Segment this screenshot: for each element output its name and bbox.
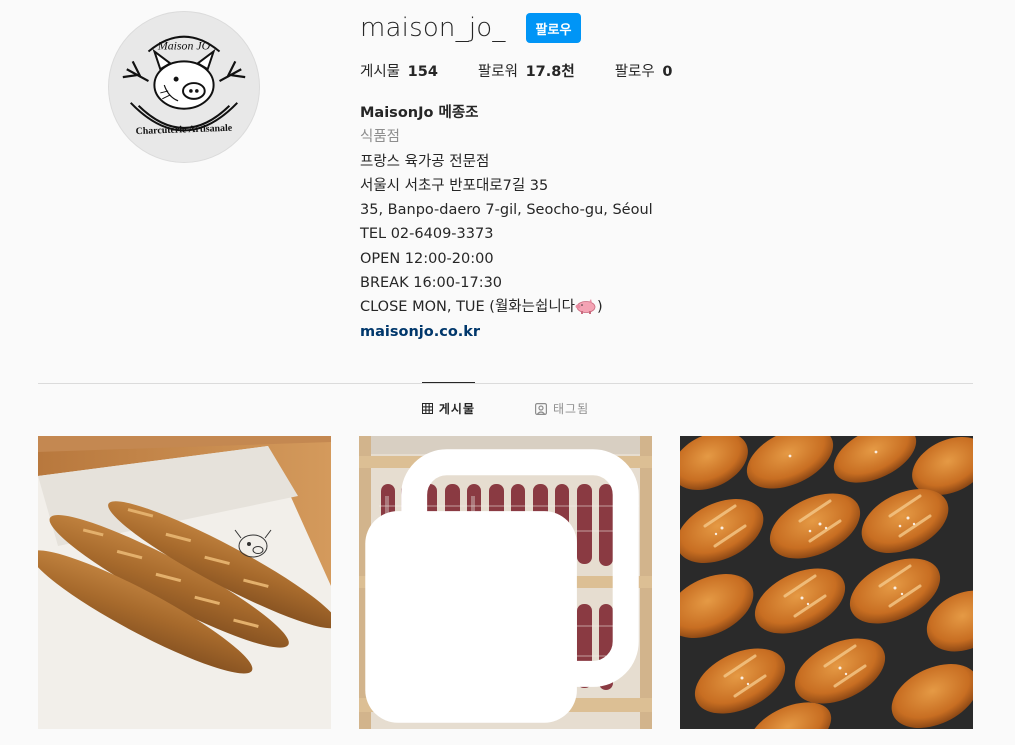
post-image-rolls (680, 436, 973, 729)
bio-line: OPEN 12:00-20:00 (360, 250, 494, 267)
tab-posts[interactable]: 게시물 (421, 382, 475, 434)
tab-tagged[interactable]: 태그됨 (535, 382, 589, 434)
tagged-icon (535, 402, 547, 415)
stat-following[interactable]: 팔로우 0 (615, 60, 673, 81)
stat-posts-value: 154 (407, 64, 438, 80)
bio-line: BREAK 16:00-17:30 (360, 275, 503, 292)
full-name: MaisonJo 메종조 (360, 105, 479, 121)
grid-icon (421, 403, 433, 414)
logo-text-top: Maison JO (157, 39, 211, 53)
stat-followers-value: 17.8천 (525, 64, 575, 80)
profile-page: Maison JO Charcuterie Artisanale maison_… (0, 0, 1015, 745)
bio-line: 서울시 서초구 반포대로7길 35 (360, 177, 549, 194)
profile-header: maison_jo_ 팔로우 게시물 154 팔로워 17.8천 팔로우 0 M… (360, 12, 960, 344)
stat-posts[interactable]: 게시물 154 (360, 60, 438, 81)
closed-suffix: ) (597, 299, 603, 316)
profile-tabs: 게시물 태그됨 (38, 382, 973, 435)
post-tile-baguettes[interactable] (38, 436, 331, 729)
pig-emoji-icon (575, 299, 596, 315)
post-tile-rolls[interactable] (680, 436, 973, 729)
stat-followers[interactable]: 팔로워 17.8천 (478, 60, 575, 81)
stat-following-value: 0 (662, 64, 673, 80)
post-image-baguettes (38, 436, 331, 729)
profile-stats: 게시물 154 팔로워 17.8천 팔로우 0 (360, 60, 960, 81)
profile-bio: MaisonJo 메종조 식품점 프랑스 육가공 전문점 서울시 서초구 반포대… (360, 101, 960, 344)
bio-line: TEL 02-6409-3373 (360, 226, 494, 243)
closed-text: CLOSE MON, TUE (월화는쉽니다 (360, 299, 575, 316)
tab-posts-label: 게시물 (438, 402, 475, 416)
bio-line: 35, Banpo-daero 7-gil, Seocho-gu, Séoul (360, 202, 653, 219)
stat-followers-label: 팔로워 (477, 64, 518, 80)
category-label: 식품점 (360, 129, 401, 146)
name-row: maison_jo_ 팔로우 (360, 12, 960, 44)
tab-tagged-label: 태그됨 (553, 402, 590, 416)
stat-following-label: 팔로우 (614, 64, 655, 80)
post-tile-saucisson[interactable] (359, 436, 652, 729)
profile-avatar[interactable]: Maison JO Charcuterie Artisanale (108, 11, 260, 163)
pig-logo-icon: Maison JO Charcuterie Artisanale (109, 12, 259, 162)
follow-button[interactable]: 팔로우 (525, 13, 582, 43)
bio-closed-line: CLOSE MON, TUE (월화는쉽니다 ) (360, 295, 960, 319)
username: maison_jo_ (360, 13, 506, 43)
multi-image-icon (365, 449, 639, 723)
website-link[interactable]: maisonjo.co.kr (360, 320, 480, 344)
bio-line: 프랑스 육가공 전문점 (360, 153, 490, 170)
stat-posts-label: 게시물 (360, 64, 401, 80)
